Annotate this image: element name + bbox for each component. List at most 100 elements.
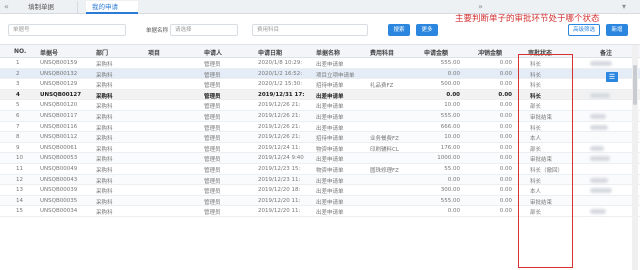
col-doc-name[interactable]: 单据名称 <box>316 48 340 57</box>
cell-applicant: 管理员 <box>204 189 221 196</box>
cell-offset: 0.00 <box>499 144 512 151</box>
cell-doc: UNSQB00159 <box>40 60 78 66</box>
cell-amount: 0.00 <box>447 70 460 77</box>
cell-date: 2019/12/23 15: <box>258 165 301 172</box>
cell-no: 11 <box>16 165 23 172</box>
cell-no: 12 <box>16 176 23 183</box>
cell-no: 7 <box>16 123 20 130</box>
cell-date: 2019/12/23 11: <box>258 176 301 183</box>
doc-no-input[interactable]: 单据号 <box>8 24 126 36</box>
cell-dept: 采购科 <box>96 167 113 174</box>
cell-date: 2019/12/26 21: <box>258 102 301 109</box>
tab-my-applications[interactable]: 我的申请 <box>86 1 138 14</box>
cell-applicant: 管理员 <box>204 62 221 68</box>
cell-applicant: 管理员 <box>204 93 221 100</box>
cell-dept: 采购科 <box>96 93 113 100</box>
cell-applicant: 管理员 <box>204 104 221 111</box>
tab-fill-document[interactable]: 填制单据 <box>22 1 78 14</box>
cell-dept: 采购科 <box>96 146 113 153</box>
doc-name-select[interactable]: 请选择 <box>170 24 238 36</box>
cell-doc: UNSQB00120 <box>40 102 78 109</box>
cell-applicant: 管理员 <box>204 72 221 79</box>
cell-name: 物资申请单 <box>316 146 344 153</box>
cell-amount: 300.00 <box>440 187 460 194</box>
cell-applicant: 管理员 <box>204 157 221 164</box>
tab-label: 填制单据 <box>28 3 54 11</box>
col-date[interactable]: 申请日期 <box>258 48 282 57</box>
cell-name: 出差申请单 <box>316 210 344 217</box>
col-amount[interactable]: 申请金额 <box>424 48 448 57</box>
cell-dept: 采购科 <box>96 125 113 132</box>
cell-no: 2 <box>16 70 20 77</box>
cell-date: 2020/1/2 15:30: <box>258 81 303 88</box>
cell-offset: 0.00 <box>498 91 512 98</box>
cell-date: 2019/12/20 11: <box>258 208 301 215</box>
add-button[interactable]: 新增 <box>606 24 628 36</box>
scrollbar-thumb[interactable] <box>633 65 637 105</box>
more-button[interactable]: 更多 <box>416 24 438 36</box>
cell-amount: 555.00 <box>440 60 460 66</box>
cell-no: 4 <box>16 91 20 98</box>
col-doc-no[interactable]: 单据号 <box>40 48 58 57</box>
cell-doc: UNSQB00049 <box>40 165 78 172</box>
remark-redacted <box>590 177 608 183</box>
cell-doc: UNSQB00116 <box>40 123 78 130</box>
cell-dept: 采购科 <box>96 189 113 196</box>
chevron-down-icon[interactable]: ▾ <box>622 2 626 11</box>
cell-doc: UNSQB00034 <box>40 208 78 215</box>
cell-offset: 0.00 <box>499 155 512 162</box>
cell-applicant: 管理员 <box>204 178 221 185</box>
cell-date: 2019/12/20 18: <box>258 187 301 194</box>
cell-date: 2020/1/2 16:52: <box>258 70 303 77</box>
expense-input[interactable]: 费用科目 <box>252 24 368 36</box>
col-remark[interactable]: 备注 <box>600 48 612 57</box>
col-no[interactable]: NO. <box>14 48 26 55</box>
cell-no: 1 <box>16 60 20 66</box>
cell-no: 6 <box>16 112 20 119</box>
cell-amount: 10.00 <box>444 102 460 109</box>
cell-offset: 0.00 <box>499 70 512 77</box>
annotation-text: 主要判断单子的审批环节处于哪个状态 <box>455 14 600 24</box>
col-applicant[interactable]: 申请人 <box>204 48 222 57</box>
cell-no: 5 <box>16 102 20 109</box>
cell-name: 出差申请单 <box>316 157 344 164</box>
cell-amount: 0.00 <box>447 176 460 183</box>
list-icon[interactable]: ☰ <box>606 72 618 82</box>
col-expense[interactable]: 费用科目 <box>370 48 394 57</box>
cell-name: 出差申请单 <box>316 62 344 68</box>
remark-redacted <box>590 188 612 194</box>
cell-amount: 500.00 <box>440 81 460 88</box>
remark-redacted <box>590 92 610 98</box>
col-project[interactable]: 项目 <box>148 48 160 57</box>
cell-doc: UNSQB00035 <box>40 197 78 204</box>
cell-dept: 采购科 <box>96 62 113 68</box>
cell-doc: UNSQB00053 <box>40 155 78 162</box>
cell-amount: 0.00 <box>446 91 460 98</box>
search-button[interactable]: 搜索 <box>388 24 410 36</box>
cell-date: 2019/12/26 21: <box>258 123 301 130</box>
cell-offset: 0.00 <box>499 112 512 119</box>
advanced-filter-button[interactable]: 高级筛选 <box>568 24 600 36</box>
nav-forward-icon[interactable]: » <box>478 2 483 11</box>
nav-back-icon[interactable]: « <box>4 2 9 11</box>
cell-date: 2019/12/20 11: <box>258 197 301 204</box>
cell-offset: 0.00 <box>499 60 512 66</box>
cell-doc: UNSQB00117 <box>40 112 78 119</box>
cell-amount: 555.00 <box>440 112 460 119</box>
cell-name: 招待申请单 <box>316 83 344 90</box>
cell-offset: 0.00 <box>499 134 512 141</box>
cell-doc: UNSQB00039 <box>40 187 78 194</box>
cell-applicant: 管理员 <box>204 146 221 153</box>
cell-offset: 0.00 <box>499 102 512 109</box>
col-dept[interactable]: 部门 <box>96 48 108 57</box>
cell-applicant: 管理员 <box>204 210 221 217</box>
cell-name: 出差申请单 <box>316 93 344 100</box>
cell-date: 2019/12/26 21: <box>258 134 301 141</box>
expense-placeholder: 费用科目 <box>257 27 280 33</box>
col-offset[interactable]: 冲销金额 <box>478 48 502 57</box>
cell-offset: 0.00 <box>499 81 512 88</box>
doc-no-placeholder: 单据号 <box>13 27 30 33</box>
scrollbar[interactable] <box>632 45 638 270</box>
cell-date: 2019/12/24 9:40 <box>258 155 304 162</box>
cell-no: 10 <box>16 155 23 162</box>
